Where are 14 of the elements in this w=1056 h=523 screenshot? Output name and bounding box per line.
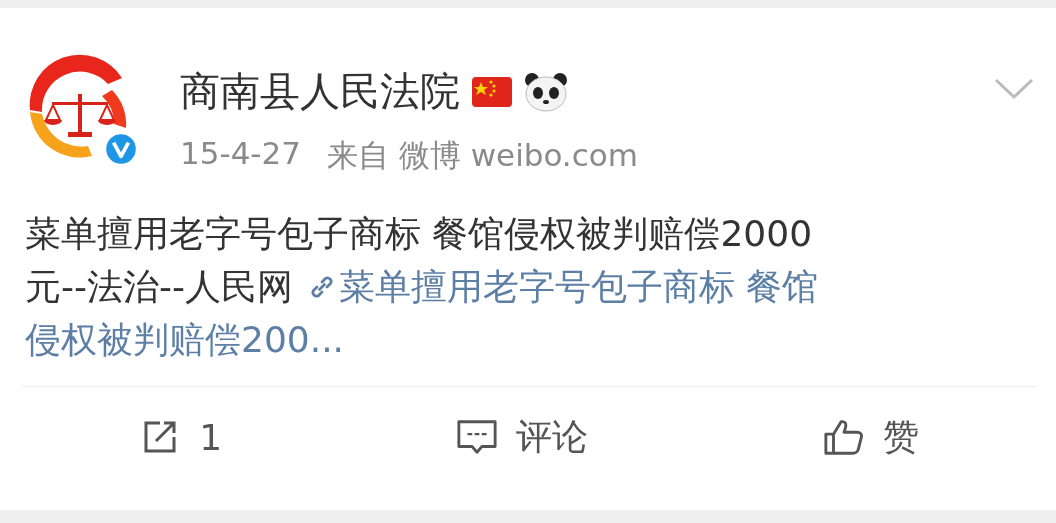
author-name[interactable]: 商南县人民法院 bbox=[180, 64, 460, 119]
repost-button[interactable]: 1 bbox=[129, 410, 233, 464]
like-button[interactable]: 赞 bbox=[812, 406, 929, 468]
flag-icon bbox=[472, 76, 512, 107]
post-text: 菜单擅用老字号包子商标 餐馆侵权被判赔偿2000 bbox=[25, 212, 813, 256]
article-link[interactable]: 侵权被判赔偿200... bbox=[25, 313, 345, 366]
post-date: 15-4-27 bbox=[180, 135, 301, 173]
thumbs-up-icon bbox=[822, 417, 865, 457]
article-link[interactable]: 菜单擅用老字号包子商标 餐馆 bbox=[338, 260, 819, 313]
comment-icon bbox=[456, 417, 499, 457]
post-source: 来自 微博 weibo.com bbox=[327, 136, 638, 175]
post-text: 元--法治--人民网 bbox=[25, 265, 293, 309]
comment-button[interactable]: 评论 bbox=[446, 406, 599, 468]
panda-icon bbox=[524, 71, 568, 112]
